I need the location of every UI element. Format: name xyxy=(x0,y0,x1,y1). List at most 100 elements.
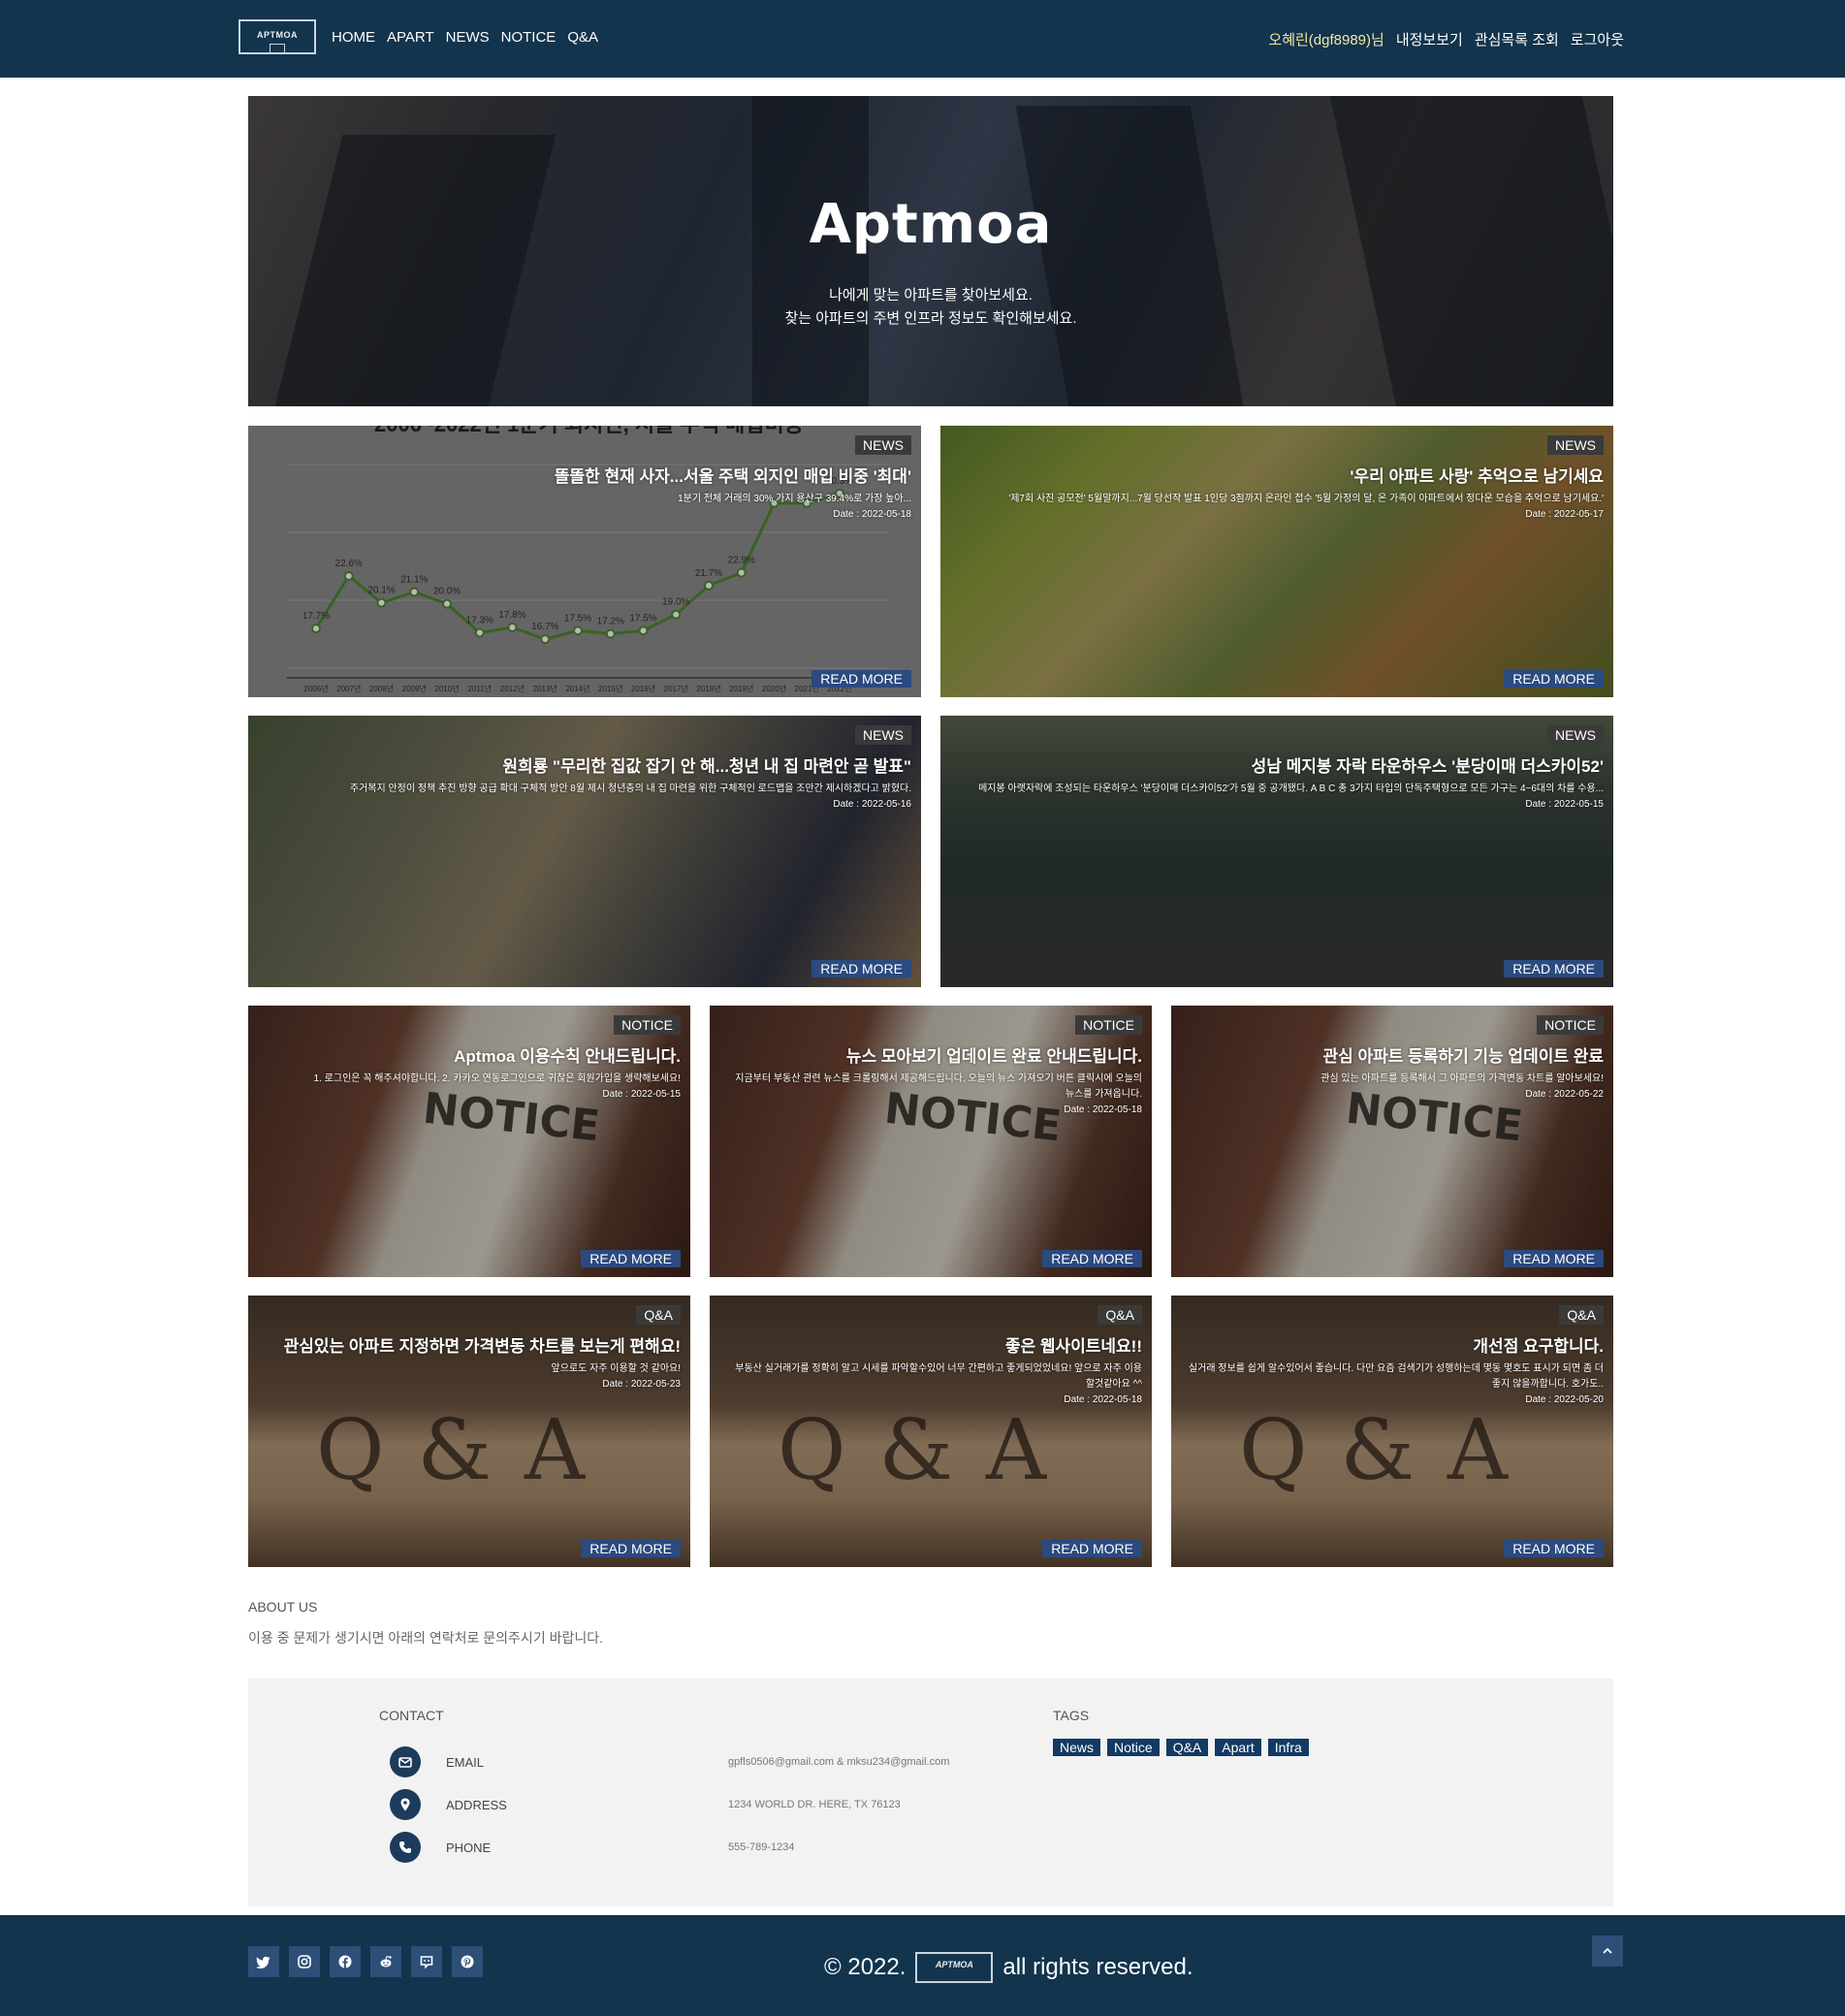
nav-home[interactable]: HOME xyxy=(332,29,375,46)
card-tag: NEWS xyxy=(1547,435,1604,455)
qa-card-3[interactable]: Q&A Q&A 개선점 요구합니다. 실거래 정보를 쉽게 알수있어서 좋습니다… xyxy=(1171,1296,1613,1567)
qa-card-1[interactable]: Q&A Q&A 관심있는 아파트 지정하면 가격변동 차트를 보는게 편해요! … xyxy=(248,1296,690,1567)
copyright-suffix: all rights reserved. xyxy=(1002,1954,1193,1980)
read-more-button[interactable]: READ MORE xyxy=(1504,1540,1604,1557)
qa-card-2[interactable]: Q&A Q&A 좋은 웹사이트네요!! 부동산 실거래가를 정확히 알고 시세를… xyxy=(710,1296,1152,1567)
email-label: EMAIL xyxy=(446,1754,485,1770)
nav-my-info[interactable]: 내정보보기 xyxy=(1396,29,1463,49)
card-summary: 부동산 실거래가를 정확히 알고 시세를 파악할수있어 너무 간편하고 좋게되었… xyxy=(735,1363,1142,1390)
card-tag: Q&A xyxy=(636,1305,681,1325)
news-card-3[interactable]: NEWS 원희룡 "무리한 집값 잡기 안 해...청년 내 집 마련안 곧 발… xyxy=(248,716,921,987)
hero-title: Aptmoa xyxy=(809,193,1053,256)
hero-line-1: 나에게 맞는 아파트를 찾아보세요. xyxy=(829,287,1033,304)
card-description: 앞으로도 자주 이용할 것 같아요! Date : 2022-05-23 xyxy=(552,1361,682,1392)
card-date: Date : 2022-05-23 xyxy=(602,1379,681,1390)
card-description: 1분기 전체 거래의 30% 가지 용산구 39.4%로 가장 높아... Da… xyxy=(678,492,911,523)
news-card-4[interactable]: NEWS 성남 메지봉 자락 타운하우스 '분당이매 더스카이52' 메지봉 아… xyxy=(940,716,1613,987)
nav-logout[interactable]: 로그아웃 xyxy=(1571,29,1624,49)
card-description: 1. 로그인은 꼭 해주셔야합니다. 2. 카카오 연동로그인으로 귀찮은 회원… xyxy=(314,1072,681,1103)
card-description: 관심 있는 아파트를 등록해서 그 아파트의 가격변동 차트를 알아보세요! D… xyxy=(1320,1072,1604,1103)
card-tag: NEWS xyxy=(1547,725,1604,745)
card-summary: 실거래 정보를 쉽게 알수있어서 좋습니다. 다만 요즘 검색기가 성행하는데 … xyxy=(1188,1363,1604,1390)
card-description: 지금부터 부동산 관련 뉴스를 크롤링해서 제공해드립니다. 오늘의 뉴스 가져… xyxy=(726,1072,1142,1118)
tag-news[interactable]: News xyxy=(1053,1739,1101,1756)
news-card-1[interactable]: 2006~2022년 1분기 외지인, 서울 주택 매입비중 17.7%22.6… xyxy=(248,426,921,697)
footer: © 2022. APTMOA all rights reserved. xyxy=(0,1915,1845,2016)
about-text: 이용 중 문제가 생기시면 아래의 연락처로 문의주시기 바랍니다. xyxy=(248,1630,603,1646)
tag-apart[interactable]: Apart xyxy=(1215,1739,1261,1756)
tag-infra[interactable]: Infra xyxy=(1267,1739,1309,1756)
card-title[interactable]: 관심 아파트 등록하기 기능 업데이트 완료 xyxy=(1323,1042,1605,1067)
read-more-button[interactable]: READ MORE xyxy=(581,1540,681,1557)
read-more-button[interactable]: READ MORE xyxy=(1504,960,1604,977)
card-date: Date : 2022-05-18 xyxy=(1064,1394,1142,1405)
pinterest-icon[interactable] xyxy=(452,1946,483,1977)
card-title[interactable]: 똘똘한 현재 사자...서울 주택 외지인 매입 비중 '최대' xyxy=(555,463,911,487)
card-title[interactable]: 성남 메지봉 자락 타운하우스 '분당이매 더스카이52' xyxy=(1252,752,1604,777)
card-title[interactable]: 뉴스 모아보기 업데이트 완료 안내드립니다. xyxy=(846,1042,1142,1067)
logo-text: APTMOA xyxy=(257,30,298,40)
card-description: 주거복지 안정이 정책 추진 방향 공급 확대 구체적 방안 8월 제시 청년층… xyxy=(350,782,911,813)
read-more-button[interactable]: READ MORE xyxy=(811,960,911,977)
phone-icon xyxy=(390,1832,421,1863)
news-card-2[interactable]: NEWS '우리 아파트 사랑' 추억으로 남기세요 '제7회 사진 공모전' … xyxy=(940,426,1613,697)
card-title[interactable]: '우리 아파트 사랑' 추억으로 남기세요 xyxy=(1350,463,1604,487)
notice-card-2[interactable]: NOTICE NOTICE 뉴스 모아보기 업데이트 완료 안내드립니다. 지금… xyxy=(710,1006,1152,1277)
card-tag: NEWS xyxy=(855,435,911,455)
contact-section: CONTACT EMAIL gpfls0506@gmail.com & mksu… xyxy=(248,1679,1613,1906)
nav-favorites[interactable]: 관심목록 조회 xyxy=(1475,29,1559,49)
card-tag: NOTICE xyxy=(1075,1015,1142,1035)
card-title[interactable]: 좋은 웹사이트네요!! xyxy=(1005,1332,1142,1357)
reddit-icon[interactable] xyxy=(370,1946,401,1977)
social-links xyxy=(248,1946,483,1977)
card-tag: Q&A xyxy=(1559,1305,1604,1325)
nav-qa[interactable]: Q&A xyxy=(567,29,598,46)
read-more-button[interactable]: READ MORE xyxy=(1504,670,1604,688)
card-date: Date : 2022-05-18 xyxy=(1064,1104,1142,1115)
nav-apart[interactable]: APART xyxy=(387,29,434,46)
user-name: 오혜린(dgf8989)님 xyxy=(1268,32,1384,48)
card-date: Date : 2022-05-15 xyxy=(602,1089,681,1100)
card-summary: 앞으로도 자주 이용할 것 같아요! xyxy=(551,1363,682,1374)
instagram-icon[interactable] xyxy=(289,1946,320,1977)
user-nav: 오혜린(dgf8989)님 내정보보기 관심목록 조회 로그아웃 xyxy=(1268,29,1624,49)
card-title[interactable]: 관심있는 아파트 지정하면 가격변동 차트를 보는게 편해요! xyxy=(284,1332,681,1357)
card-date: Date : 2022-05-18 xyxy=(833,509,911,520)
scroll-to-top-button[interactable] xyxy=(1592,1936,1623,1967)
read-more-button[interactable]: READ MORE xyxy=(811,670,911,688)
hero-subtitle: 나에게 맞는 아파트를 찾아보세요. 찾는 아파트의 주변 인프라 정보도 확인… xyxy=(248,284,1613,331)
copyright-prefix: © 2022. xyxy=(824,1954,907,1980)
logo-building-icon xyxy=(270,44,285,53)
about-heading: ABOUT US xyxy=(248,1599,318,1615)
twitter-icon[interactable] xyxy=(248,1946,279,1977)
facebook-icon[interactable] xyxy=(330,1946,361,1977)
discord-icon[interactable] xyxy=(411,1946,442,1977)
chevron-up-icon xyxy=(1603,1947,1612,1954)
nav-notice[interactable]: NOTICE xyxy=(501,29,557,46)
email-icon xyxy=(390,1746,421,1777)
hero-building-shape xyxy=(270,135,557,406)
tags-list: News Notice Q&A Apart Infra xyxy=(1053,1739,1309,1756)
card-description: 메지봉 아랫자락에 조성되는 타운하우스 '분당이매 더스카이52'가 5월 중… xyxy=(978,782,1604,813)
card-title[interactable]: Aptmoa 이용수칙 안내드립니다. xyxy=(454,1042,681,1067)
hero-banner: Aptmoa 나에게 맞는 아파트를 찾아보세요. 찾는 아파트의 주변 인프라… xyxy=(248,96,1613,406)
footer-logo: APTMOA xyxy=(915,1952,994,1983)
nav-news[interactable]: NEWS xyxy=(446,29,490,46)
read-more-button[interactable]: READ MORE xyxy=(1042,1540,1142,1557)
tag-qa[interactable]: Q&A xyxy=(1165,1739,1209,1756)
contact-phone-row: PHONE xyxy=(390,1832,737,1863)
card-summary: 메지봉 아랫자락에 조성되는 타운하우스 '분당이매 더스카이52'가 5월 중… xyxy=(978,784,1604,794)
read-more-button[interactable]: READ MORE xyxy=(1042,1250,1142,1267)
email-value[interactable]: gpfls0506@gmail.com & mksu234@gmail.com xyxy=(728,1756,949,1768)
card-summary: '제7회 사진 공모전' 5월말까지...7월 당선작 발표 1인당 3점까지 … xyxy=(1008,494,1604,504)
notice-card-1[interactable]: NOTICE NOTICE Aptmoa 이용수칙 안내드립니다. 1. 로그인… xyxy=(248,1006,690,1277)
tag-notice[interactable]: Notice xyxy=(1107,1739,1160,1756)
card-title[interactable]: 개선점 요구합니다. xyxy=(1473,1332,1604,1357)
main-nav: HOME APART NEWS NOTICE Q&A xyxy=(332,29,598,46)
card-description: '제7회 사진 공모전' 5월말까지...7월 당선작 발표 1인당 3점까지 … xyxy=(1008,492,1604,523)
read-more-button[interactable]: READ MORE xyxy=(1504,1250,1604,1267)
notice-card-3[interactable]: NOTICE NOTICE 관심 아파트 등록하기 기능 업데이트 완료 관심 … xyxy=(1171,1006,1613,1277)
read-more-button[interactable]: READ MORE xyxy=(581,1250,681,1267)
site-logo[interactable]: APTMOA xyxy=(239,19,316,54)
card-title[interactable]: 원희룡 "무리한 집값 잡기 안 해...청년 내 집 마련안 곧 발표" xyxy=(502,752,911,777)
